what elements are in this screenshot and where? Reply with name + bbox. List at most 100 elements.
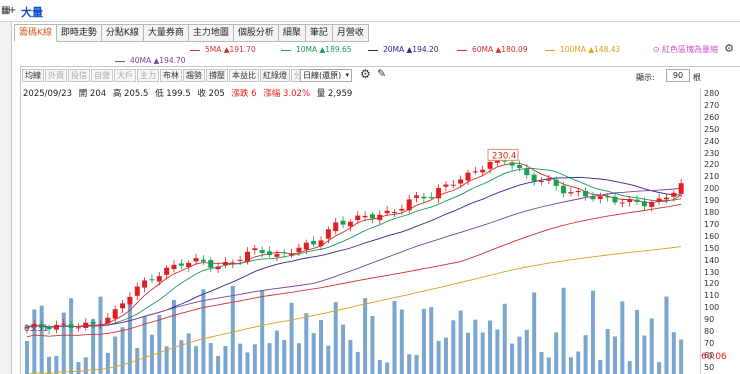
volume-bar: [142, 316, 147, 374]
volume-bar: [113, 336, 118, 374]
tab-5[interactable]: 個股分析: [233, 24, 279, 42]
price-tick: 270: [704, 100, 720, 110]
ma-legend-label: 10MA ▲189.65: [296, 45, 352, 54]
chart-tool-button[interactable]: 紅綠燈: [260, 69, 290, 82]
ma-line: [26, 162, 682, 328]
candle-body: [200, 259, 206, 262]
chart-tool-button[interactable]: 自營: [91, 69, 113, 82]
chart-tool-button[interactable]: 均線: [22, 69, 44, 82]
plus-icon[interactable]: +: [8, 0, 16, 22]
chart-tool-button[interactable]: 趨勢: [183, 69, 205, 82]
ma-legend-item: 20MA ▲194.20: [368, 45, 439, 54]
candle-body: [134, 286, 140, 296]
price-tick: 220: [704, 160, 720, 170]
volume-bar: [260, 290, 265, 374]
tab-4[interactable]: 主力地圖: [188, 24, 234, 42]
kline-chart[interactable]: 230.4 83.31: [21, 98, 700, 374]
volume-bar: [326, 345, 331, 374]
price-tick: 120: [704, 279, 720, 289]
volume-bar: [392, 300, 397, 374]
candle-body: [61, 323, 67, 325]
period-select[interactable]: 日線(還原) ▾: [300, 69, 352, 82]
candle-body: [68, 324, 74, 328]
volume-bar: [363, 298, 368, 374]
display-count-input[interactable]: 90: [666, 69, 690, 82]
tab-3[interactable]: 大量券商: [143, 24, 189, 42]
ma-legend-swatch: [545, 49, 555, 51]
window-title: 大量: [21, 6, 43, 19]
volume-bar: [25, 341, 29, 374]
candle-body: [347, 221, 353, 227]
low-label: 83.31: [24, 324, 48, 334]
volume-bar: [355, 351, 360, 374]
top-toolbar: ▦ + 大量: [0, 0, 740, 22]
candle-body: [193, 258, 199, 262]
price-tick: 210: [704, 172, 720, 182]
volume-bar: [252, 344, 257, 374]
candle-body: [421, 196, 427, 199]
volume-bar: [466, 332, 470, 374]
volume-bar: [274, 330, 279, 374]
tab-6[interactable]: 細聚: [278, 24, 306, 42]
candle-body: [590, 196, 596, 200]
tab-2[interactable]: 分點K線: [101, 24, 144, 42]
volume-bar: [532, 292, 537, 374]
ma-legend-label: 20MA ▲194.20: [383, 45, 439, 54]
candle-body: [149, 279, 155, 281]
volume-bar: [282, 340, 287, 374]
chart-settings-icon[interactable]: ⚙: [360, 67, 371, 81]
volume-bar: [120, 327, 125, 374]
chart-tool-button[interactable]: 外資: [45, 69, 67, 82]
ma-legend-item: 100MA ▲148.43: [545, 45, 620, 54]
chart-tool-button[interactable]: 大戶: [114, 69, 136, 82]
volume-bar: [554, 332, 559, 374]
candle-body: [568, 192, 574, 194]
candle-body: [384, 210, 390, 214]
volume-bar: [230, 286, 235, 374]
volume-bar: [635, 309, 640, 374]
display-count-unit: 根: [693, 73, 701, 82]
tab-0[interactable]: 籌碼K線: [14, 24, 57, 42]
candle-body: [465, 172, 471, 181]
chart-tool-button[interactable]: 撐壓: [206, 69, 228, 82]
volume-bar: [473, 319, 478, 374]
tab-7[interactable]: 筆記: [305, 24, 333, 42]
volume-bar: [83, 357, 88, 374]
volume-bar: [370, 315, 375, 374]
volume-bar: [341, 324, 346, 374]
tab-1[interactable]: 即時走勢: [56, 24, 102, 42]
candle-body: [252, 248, 258, 251]
candle-body: [436, 188, 442, 199]
period-select-value: 日線(還原): [303, 71, 342, 80]
chart-tool-button[interactable]: 布林: [160, 69, 182, 82]
candle-body: [546, 179, 552, 181]
candle-body: [399, 208, 405, 211]
chart-tool-button[interactable]: 主力: [137, 69, 159, 82]
volume-bar: [172, 299, 176, 374]
tab-8[interactable]: 月營收: [332, 24, 369, 42]
volume-bar: [157, 314, 162, 374]
price-tick: 110: [704, 291, 720, 301]
volume-bar: [385, 362, 390, 374]
candle-body: [83, 322, 89, 328]
volume-bar: [495, 329, 500, 374]
volume-bar: [348, 339, 353, 374]
volume-bar: [488, 320, 493, 374]
volume-bar: [194, 346, 199, 374]
price-tick: 280: [704, 89, 720, 98]
candle-body: [656, 198, 662, 202]
candle-body: [230, 262, 236, 264]
candle-body: [428, 197, 434, 199]
price-tick: 180: [704, 208, 720, 217]
chart-tool-button[interactable]: 投信: [68, 69, 90, 82]
price-tick: 50: [704, 362, 715, 372]
volume-bar: [576, 351, 581, 374]
candle-body: [392, 212, 397, 214]
draw-pencil-icon[interactable]: ✎: [377, 67, 386, 80]
settings-icon[interactable]: ⚙: [724, 42, 734, 55]
candle-body: [296, 247, 302, 252]
volume-bar: [458, 310, 463, 374]
volume-bar: [201, 289, 206, 374]
chart-tool-button[interactable]: 本益比: [229, 69, 259, 82]
price-tick: 80: [704, 327, 715, 336]
